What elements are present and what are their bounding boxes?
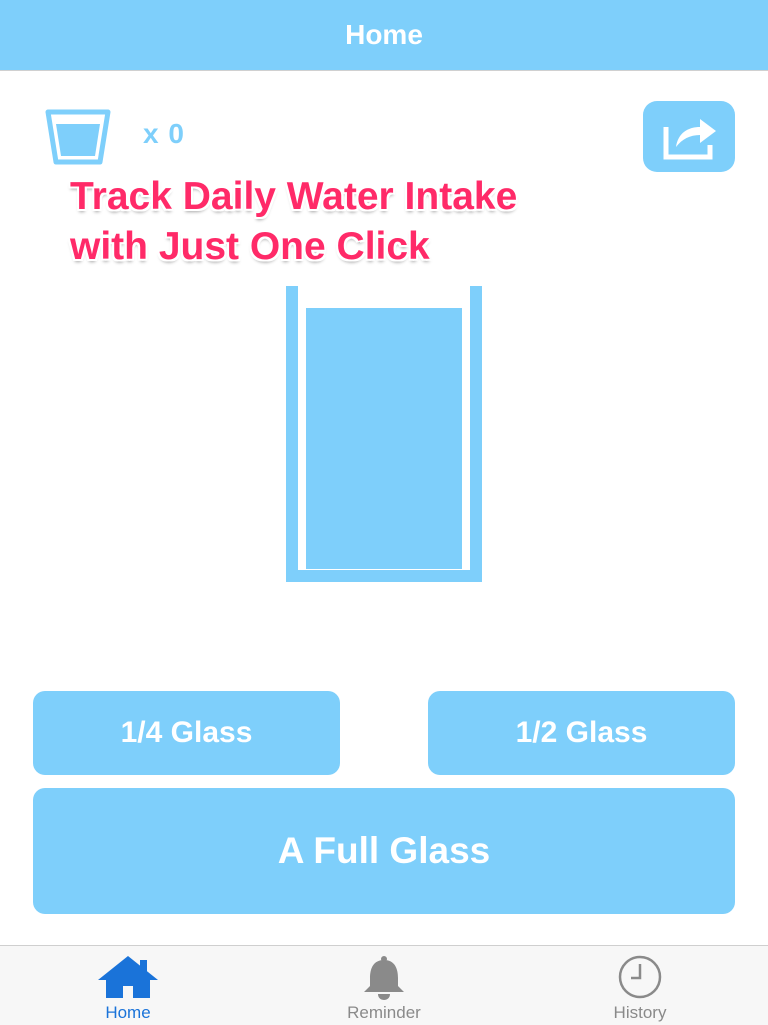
tab-reminder[interactable]: Reminder	[256, 946, 512, 1025]
promo-line-1: Track Daily Water Intake	[70, 175, 518, 218]
clock-icon	[618, 955, 662, 999]
tab-reminder-label: Reminder	[347, 1003, 421, 1022]
tab-bar: Home Reminder History	[0, 945, 768, 1025]
half-glass-button[interactable]: 1/2 Glass	[428, 691, 735, 775]
water-glass	[286, 286, 482, 582]
home-icon	[98, 956, 158, 998]
promo-text: Track Daily Water Intake with Just One C…	[70, 172, 690, 272]
tab-history[interactable]: History	[512, 946, 768, 1025]
bell-icon	[364, 956, 404, 1000]
glass-count: x 0	[143, 118, 185, 149]
full-glass-button[interactable]: A Full Glass	[33, 788, 735, 914]
tab-history-label: History	[613, 1003, 667, 1022]
promo-line-2: with Just One Click	[70, 225, 430, 268]
tab-home-label: Home	[105, 1003, 151, 1022]
nav-bar: Home	[0, 0, 768, 71]
share-button[interactable]	[643, 101, 735, 172]
water-fill	[306, 308, 462, 569]
cup-icon	[45, 109, 111, 165]
tab-home[interactable]: Home	[0, 946, 256, 1025]
share-icon	[663, 118, 716, 159]
page-title: Home	[345, 19, 423, 50]
quarter-glass-button[interactable]: 1/4 Glass	[33, 691, 340, 775]
